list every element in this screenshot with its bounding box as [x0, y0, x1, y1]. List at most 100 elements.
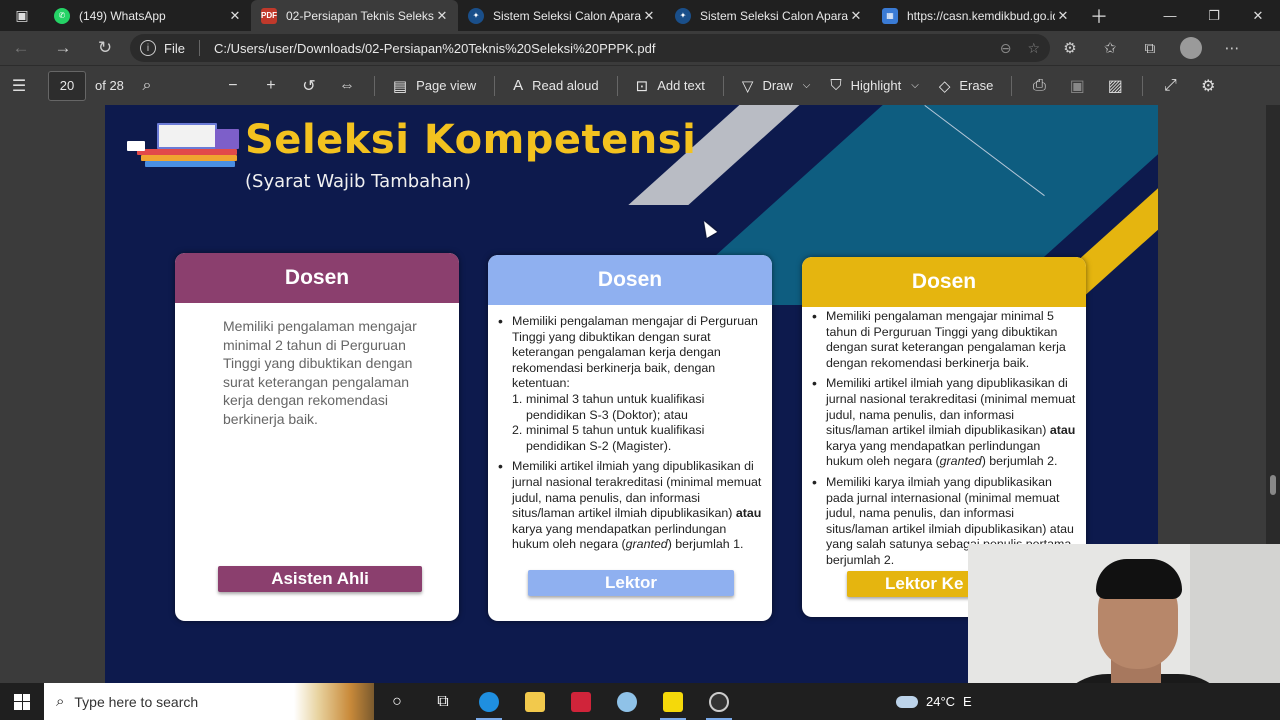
fit-page-icon[interactable]: ⇔: [328, 77, 366, 95]
profile-avatar[interactable]: [1180, 37, 1202, 59]
add-text-label: Add text: [657, 78, 705, 93]
divider: [1142, 75, 1144, 96]
tab-casn[interactable]: ▦ https://casn.kemdikbud.go.id ✕: [872, 0, 1079, 31]
back-icon[interactable]: ←: [0, 38, 42, 58]
edge-icon[interactable]: [466, 683, 512, 720]
taskbar-search[interactable]: ⌕ Type here to search: [44, 683, 374, 720]
file-label: File: [164, 40, 185, 56]
weather-temp: 24°C: [926, 694, 956, 709]
draw-button[interactable]: ▽ Draw ⌵: [732, 77, 820, 95]
pdf-icon: PDF: [261, 7, 277, 24]
fullscreen-icon[interactable]: ⤢: [1151, 77, 1189, 95]
forward-icon[interactable]: →: [42, 38, 84, 58]
footer-label-lektor: Lektor: [528, 570, 734, 596]
maximize-icon[interactable]: ❐: [1192, 0, 1236, 31]
image-icon: ▦: [882, 7, 898, 24]
list-item: Memiliki artikel ilmiah yang dipublikasi…: [496, 459, 762, 553]
extensions-icon[interactable]: ⚙: [1050, 39, 1090, 57]
divider: [722, 75, 724, 96]
search-highlight-image: [294, 683, 374, 720]
divider: [616, 75, 618, 96]
paint-icon[interactable]: [604, 683, 650, 720]
tab-sscasn-2[interactable]: ✦ Sistem Seleksi Calon Aparatu ✕: [665, 0, 872, 31]
site-icon: ✦: [468, 7, 484, 24]
close-tab-icon[interactable]: ✕: [848, 8, 864, 24]
recorder-icon[interactable]: [696, 683, 742, 720]
weather-trail: E: [963, 694, 972, 709]
start-button[interactable]: [0, 693, 44, 710]
weather-widget[interactable]: 24°C E: [896, 683, 972, 720]
rotate-icon[interactable]: ↺: [290, 76, 328, 96]
more-icon[interactable]: ⋯: [1212, 39, 1252, 57]
tab-pdf[interactable]: PDF 02-Persiapan Teknis Seleksi P ✕: [251, 0, 458, 31]
settings-icon[interactable]: ⚙: [1189, 76, 1227, 96]
save-as-icon[interactable]: ▨: [1096, 76, 1134, 96]
sticky-notes-icon[interactable]: [650, 683, 696, 720]
app-red-icon[interactable]: [558, 683, 604, 720]
highlight-icon: ⛉: [830, 77, 842, 94]
zoom-in-icon[interactable]: +: [252, 77, 290, 95]
zoom-icon[interactable]: ⊖: [1000, 40, 1012, 57]
read-aloud-icon: A: [513, 77, 524, 94]
collections-icon[interactable]: ⧉: [1130, 40, 1170, 57]
chevron-down-icon[interactable]: ⌵: [911, 80, 919, 91]
card-body: Memiliki pengalaman mengajar di Pergurua…: [488, 305, 772, 553]
webcam-person: [1096, 559, 1182, 599]
save-icon[interactable]: ▣: [1058, 76, 1096, 96]
card-lektor: Dosen Memiliki pengalaman mengajar di Pe…: [488, 255, 772, 621]
taskbar: ⌕ Type here to search ○ ⧉ 24°C E: [0, 683, 1280, 720]
url-box[interactable]: i File C:/Users/user/Downloads/02-Persia…: [130, 34, 1050, 62]
close-tab-icon[interactable]: ✕: [641, 8, 657, 24]
address-bar: ← → ↻ i File C:/Users/user/Downloads/02-…: [0, 31, 1280, 65]
list-item: 2. minimal 5 tahun untuk kualifikasi pend…: [512, 423, 705, 453]
close-tab-icon[interactable]: ✕: [434, 8, 450, 24]
card-body: Memiliki pengalaman mengajar minimal 5 t…: [802, 307, 1086, 569]
divider: [373, 75, 375, 96]
tab-whatsapp[interactable]: ✆ (149) WhatsApp ✕: [44, 0, 251, 31]
contents-icon[interactable]: ☰: [0, 76, 38, 96]
page-number-input[interactable]: 20: [48, 70, 86, 101]
footer-label-asisten-ahli: Asisten Ahli: [218, 566, 422, 592]
windows-icon: [14, 693, 30, 710]
window-controls: — ❐ ✕: [1148, 0, 1280, 31]
tab-label: (149) WhatsApp: [79, 8, 166, 23]
close-tab-icon[interactable]: ✕: [1055, 8, 1071, 24]
draw-label: Draw: [762, 78, 793, 93]
refresh-icon[interactable]: ↻: [84, 38, 126, 58]
tab-label: https://casn.kemdikbud.go.id: [907, 8, 1055, 23]
highlight-button[interactable]: ⛉ Highlight ⌵: [820, 77, 928, 94]
tab-actions-icon[interactable]: ▣: [0, 0, 44, 31]
url-text[interactable]: C:/Users/user/Downloads/02-Persiapan%20T…: [214, 41, 984, 56]
list-item: 1. minimal 3 tahun untuk kualifikasi pend…: [512, 391, 705, 422]
slide-subtitle: (Syarat Wajib Tambahan): [245, 171, 472, 192]
chevron-down-icon[interactable]: ⌵: [803, 80, 811, 91]
close-tab-icon[interactable]: ✕: [227, 8, 243, 24]
pdf-toolbar: ☰ 20 of 28 ⌕ − + ↺ ⇔ ▤ Page view A Read …: [0, 65, 1280, 105]
tab-sscasn-1[interactable]: ✦ Sistem Seleksi Calon Aparatu ✕: [458, 0, 665, 31]
list-item: Memiliki pengalaman mengajar minimal 5 t…: [810, 309, 1080, 371]
add-text-button[interactable]: ⊡ Add text: [626, 77, 715, 95]
print-icon[interactable]: ⎙: [1020, 77, 1058, 95]
read-aloud-button[interactable]: A Read aloud: [503, 77, 609, 94]
divider: [198, 40, 200, 56]
close-window-icon[interactable]: ✕: [1236, 0, 1280, 31]
new-tab-icon[interactable]: ＋: [1079, 0, 1119, 31]
card-header: Dosen: [175, 253, 459, 303]
erase-button[interactable]: ◇ Erase: [929, 77, 1004, 95]
info-icon[interactable]: i: [140, 40, 156, 56]
page-view-button[interactable]: ▤ Page view: [383, 77, 486, 95]
books-illustration: [127, 119, 247, 171]
task-view-icon[interactable]: ⧉: [420, 683, 466, 720]
cortana-icon[interactable]: ○: [374, 683, 420, 720]
zoom-out-icon[interactable]: −: [214, 77, 252, 95]
favorites-icon[interactable]: ✩: [1090, 39, 1130, 57]
file-explorer-icon[interactable]: [512, 683, 558, 720]
page-view-label: Page view: [416, 78, 477, 93]
favorite-add-icon[interactable]: ☆: [1027, 40, 1040, 57]
search-icon[interactable]: ⌕: [128, 77, 166, 95]
highlight-label: Highlight: [850, 78, 902, 93]
site-icon: ✦: [675, 7, 691, 24]
scrollbar-thumb[interactable]: [1270, 475, 1276, 495]
minimize-icon[interactable]: —: [1148, 0, 1192, 31]
tab-label: Sistem Seleksi Calon Aparatu: [700, 8, 848, 23]
